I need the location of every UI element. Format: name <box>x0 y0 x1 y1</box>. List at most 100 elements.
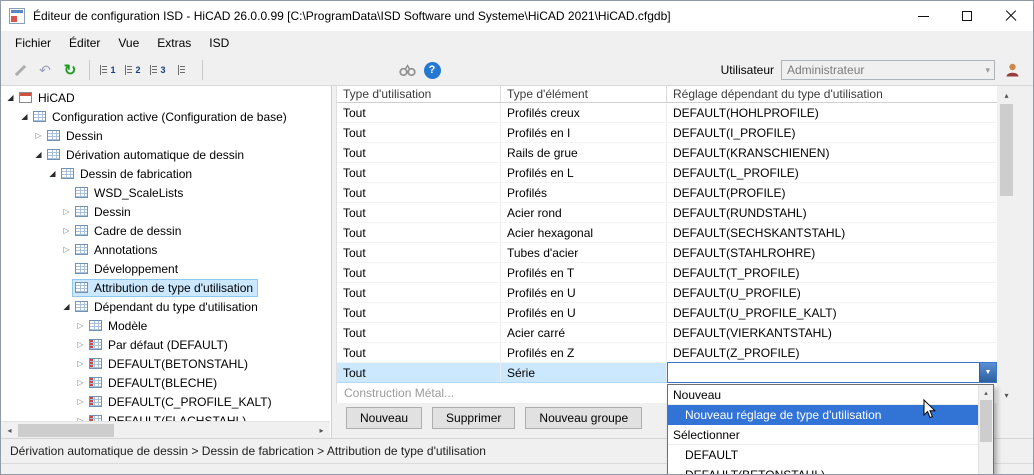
table-row[interactable]: ToutProfilés en UDEFAULT(U_PROFILE_KALT) <box>337 303 997 323</box>
expand-icon[interactable]: ▷ <box>60 246 73 254</box>
table-row[interactable]: ToutProfilés en ZDEFAULT(Z_PROFILE) <box>337 343 997 363</box>
tree-item-modele[interactable]: ▷Modèle <box>1 316 331 335</box>
tree-horizontal-scrollbar[interactable]: ◂ ▸ <box>1 421 330 438</box>
combo-dropdown-button[interactable]: ▼ <box>979 363 996 382</box>
search-icon[interactable] <box>395 58 419 82</box>
table-row[interactable]: ToutRails de grueDEFAULT(KRANSCHIENEN) <box>337 143 997 163</box>
table-row[interactable]: ToutAcier rondDEFAULT(RUNDSTAHL) <box>337 203 997 223</box>
menu-item-fichier[interactable]: Fichier <box>6 33 60 53</box>
table-row[interactable]: ToutProfilés en LDEFAULT(L_PROFILE) <box>337 163 997 183</box>
undo-icon[interactable]: ↶ <box>33 58 57 82</box>
expand-icon[interactable]: ▷ <box>32 132 45 140</box>
table-row[interactable]: ToutProfilés en UDEFAULT(U_PROFILE) <box>337 283 997 303</box>
tree-item-annotations[interactable]: ▷Annotations <box>1 240 331 259</box>
tree-item-dependant-du-type-d-utilisation[interactable]: ◢Dépendant du type d'utilisation <box>1 297 331 316</box>
scrollbar-thumb[interactable] <box>1000 104 1013 196</box>
tree-glyph <box>178 65 186 75</box>
new-group-button[interactable]: Nouveau groupe <box>525 407 642 429</box>
tree-node: Cadre de dessin <box>73 223 185 239</box>
collapse-icon[interactable]: ◢ <box>46 170 59 178</box>
scroll-right-icon[interactable]: ▸ <box>313 422 330 439</box>
tree-item-attribution-de-type-d-utilisation[interactable]: Attribution de type d'utilisation <box>1 278 331 297</box>
menu-item-isd[interactable]: ISD <box>200 33 238 53</box>
expand-icon[interactable]: ▷ <box>74 341 87 349</box>
tree-item-default-bleche[interactable]: ▷DEFAULT(BLECHE) <box>1 373 331 392</box>
scroll-up-icon[interactable]: ▴ <box>998 87 1015 103</box>
config-table-icon <box>75 244 88 255</box>
config-table-icon <box>75 263 88 274</box>
expand-icon[interactable]: ▷ <box>74 360 87 368</box>
scrollbar-thumb[interactable] <box>980 400 992 442</box>
table-cell: DEFAULT(STAHLROHRE) <box>667 243 997 262</box>
help-icon[interactable]: ? <box>420 58 444 82</box>
table-row[interactable]: ToutSérie▼ <box>337 363 997 383</box>
menu-item-extras[interactable]: Extras <box>148 33 200 53</box>
tree-item-dessin-de-fabrication[interactable]: ◢Dessin de fabrication <box>1 164 331 183</box>
tree-glyph <box>150 65 158 75</box>
scroll-left-icon[interactable]: ◂ <box>1 422 18 439</box>
scrollbar-thumb[interactable] <box>18 424 114 437</box>
expand-level-2-icon[interactable]: 2 <box>121 58 145 82</box>
tree-item-par-defaut-default[interactable]: ▷Par défaut (DEFAULT) <box>1 335 331 354</box>
tree-item-default-c-profile-kalt[interactable]: ▷DEFAULT(C_PROFILE_KALT) <box>1 392 331 411</box>
maximize-button[interactable] <box>945 1 989 31</box>
scroll-down-icon[interactable]: ▾ <box>998 387 1015 403</box>
delete-button[interactable]: Supprimer <box>432 407 515 429</box>
tree-item-derivation-automatique-de-dessin[interactable]: ◢Dérivation automatique de dessin <box>1 145 331 164</box>
table-vertical-scrollbar[interactable]: ▴ ▾ <box>998 87 1015 403</box>
collapse-icon[interactable]: ◢ <box>18 113 31 121</box>
collapse-icon[interactable]: ◢ <box>32 151 45 159</box>
table-cell: Tubes d'acier <box>501 243 667 262</box>
tree-node: Attribution de type d'utilisation <box>73 280 257 296</box>
table-row[interactable]: ToutTubes d'acierDEFAULT(STAHLROHRE) <box>337 243 997 263</box>
tree-node: DEFAULT(C_PROFILE_KALT) <box>87 394 276 410</box>
tree-item-developpement[interactable]: Développement <box>1 259 331 278</box>
table-cell: Profilés creux <box>501 103 667 122</box>
expand-icon[interactable]: ▷ <box>74 398 87 406</box>
collapse-icon[interactable]: ◢ <box>4 94 17 102</box>
menu-item-editer[interactable]: Éditer <box>60 33 109 53</box>
expand-icon[interactable]: ▷ <box>74 322 87 330</box>
user-select[interactable]: Administrateur ▾ <box>781 60 995 80</box>
expand-icon[interactable]: ▷ <box>60 227 73 235</box>
expand-icon[interactable]: ▷ <box>74 379 87 387</box>
table-cell: Acier carré <box>501 323 667 342</box>
refresh-icon[interactable]: ↻ <box>58 58 82 82</box>
table-row[interactable]: ToutAcier hexagonalDEFAULT(SECHSKANTSTAH… <box>337 223 997 243</box>
dropdown-option-default-betonstahl[interactable]: DEFAULT(BETONSTAHL) <box>668 465 978 475</box>
column-header-type-d-element[interactable]: Type d'élément <box>501 86 667 102</box>
column-header-reglage-dependant-du-type-d-utilisation[interactable]: Réglage dépendant du type d'utilisation <box>667 86 997 102</box>
table-cell: Tout <box>337 283 501 302</box>
tree-node: Dépendant du type d'utilisation <box>73 299 262 315</box>
tree-item-default-betonstahl[interactable]: ▷DEFAULT(BETONSTAHL) <box>1 354 331 373</box>
user-management-button[interactable] <box>1002 60 1022 80</box>
usage-setting-combo[interactable]: ▼ <box>667 362 997 383</box>
table-row[interactable]: ToutAcier carréDEFAULT(VIERKANTSTAHL) <box>337 323 997 343</box>
collapse-icon[interactable]: ◢ <box>60 303 73 311</box>
tree-item-hicad[interactable]: ◢HiCAD <box>1 88 331 107</box>
table-row[interactable]: ToutProfilésDEFAULT(PROFILE) <box>337 183 997 203</box>
tree-item-dessin[interactable]: ▷Dessin <box>1 126 331 145</box>
minimize-button[interactable] <box>901 1 945 31</box>
edit-icon[interactable] <box>8 58 32 82</box>
pencil-glyph <box>14 64 27 77</box>
new-button[interactable]: Nouveau <box>346 407 422 429</box>
tree-item-default-flachstahl[interactable]: ▷DEFAULT(FLACHSTAHL) <box>1 411 331 421</box>
close-button[interactable] <box>989 1 1033 31</box>
expand-all-icon[interactable] <box>171 58 195 82</box>
column-header-type-d-utilisation[interactable]: Type d'utilisation <box>337 86 501 102</box>
expand-level-1-icon[interactable]: 1 <box>96 58 120 82</box>
tree-item-cadre-de-dessin[interactable]: ▷Cadre de dessin <box>1 221 331 240</box>
scroll-up-icon[interactable]: ▴ <box>979 385 993 400</box>
expand-icon[interactable]: ▷ <box>60 208 73 216</box>
menu-item-vue[interactable]: Vue <box>109 33 148 53</box>
dropdown-scrollbar[interactable]: ▴ <box>978 385 993 475</box>
table-row[interactable]: ToutProfilés creuxDEFAULT(HOHLPROFILE) <box>337 103 997 123</box>
tree-item-configuration-active-configuration-de-base[interactable]: ◢Configuration active (Configuration de … <box>1 107 331 126</box>
table-row[interactable]: ToutProfilés en IDEFAULT(I_PROFILE) <box>337 123 997 143</box>
table-row[interactable]: ToutProfilés en TDEFAULT(T_PROFILE) <box>337 263 997 283</box>
tree-item-wsd-scalelists[interactable]: WSD_ScaleLists <box>1 183 331 202</box>
expand-level-3-icon[interactable]: 3 <box>146 58 170 82</box>
dropdown-option-default[interactable]: DEFAULT <box>668 445 978 465</box>
tree-item-dessin[interactable]: ▷Dessin <box>1 202 331 221</box>
